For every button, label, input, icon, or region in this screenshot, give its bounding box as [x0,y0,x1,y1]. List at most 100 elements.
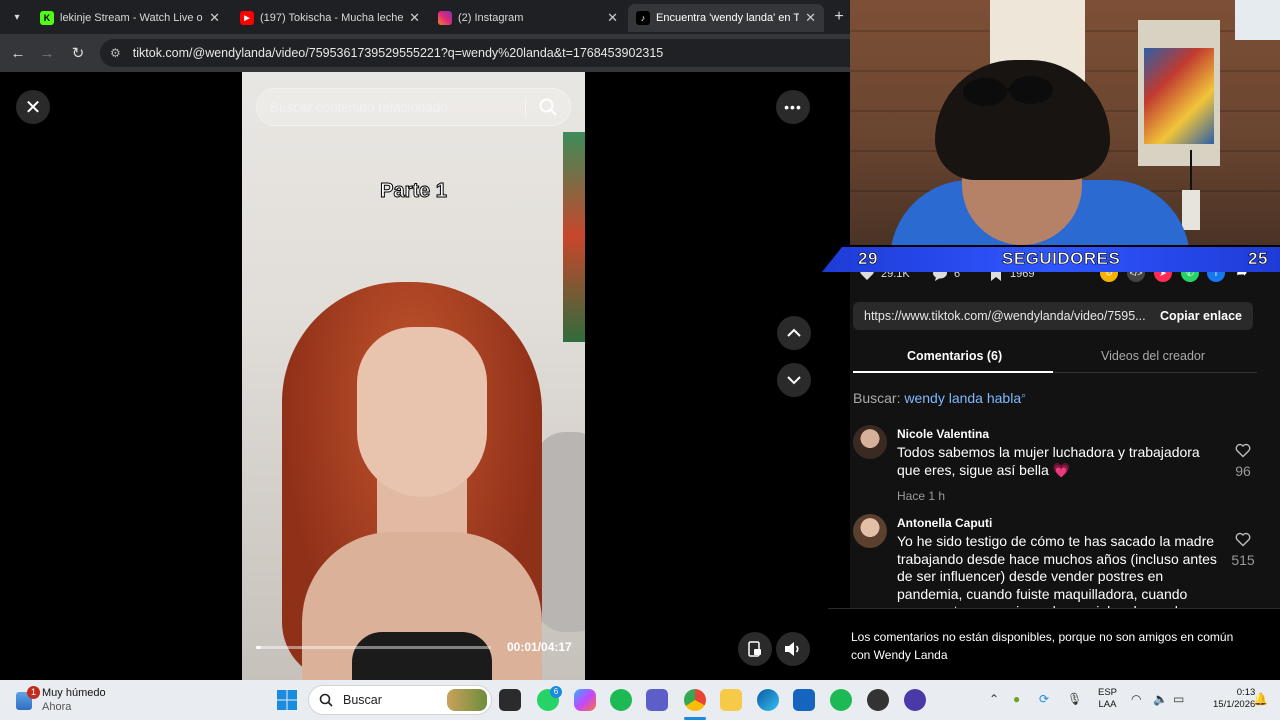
bookmark-icon [991,272,1001,281]
windows-start-icon[interactable] [276,689,298,711]
keyboard-layout: LAA [1098,699,1117,710]
search-icon[interactable] [538,97,558,120]
copilot-icon[interactable] [574,689,596,711]
browser-tab-tiktok[interactable]: ♪ Encuentra 'wendy landa' en Tik ✕ [628,4,824,32]
previous-video-button[interactable] [777,316,811,350]
close-video-button[interactable]: ✕ [16,90,50,124]
webcam-feed [850,0,1280,245]
close-tab-icon[interactable]: ✕ [409,10,420,26]
stats-row: 29.1K 6 1969 ↻ </> ➤ ✆ f ➦ [850,272,1280,290]
comment-like-button[interactable] [1233,532,1253,552]
video-time: 00:01/04:17 [507,640,572,654]
site-settings-icon[interactable]: ⚙ [110,46,121,60]
reload-icon[interactable]: ↻ [67,42,89,64]
browser-tab-bar: ▾ K lekinje Stream - Watch Live on ✕ ▶ (… [0,0,850,34]
tab-title: (197) Tokischa - Mucha leche e [260,12,404,24]
comment-author[interactable]: Nicole Valentina [897,427,989,441]
spotify-icon[interactable] [830,689,852,711]
sync-icon[interactable]: ⟳ [1039,692,1049,706]
sunglasses-icon [963,76,1053,106]
video-progress-bar[interactable] [256,646,491,649]
chevron-down-icon [787,376,801,385]
poster-right [1138,20,1220,166]
wifi-icon[interactable]: ◠ [1131,692,1141,706]
comments-unavailable-footer: Los comentarios no están disponibles, po… [828,608,1280,680]
active-tab-indicator [853,371,1053,373]
repost-icon[interactable]: ↻ [1100,272,1118,282]
teams-icon[interactable] [646,689,668,711]
store-icon[interactable] [793,689,815,711]
next-video-button[interactable] [777,363,811,397]
file-explorer-icon[interactable] [720,689,742,711]
address-bar: ← → ↻ ⚙ tiktok.com/@wendylanda/video/759… [0,34,850,72]
battery-icon[interactable]: ▭ [1173,692,1184,706]
comment-stat[interactable]: 6 [932,272,960,282]
close-tab-icon[interactable]: ✕ [805,10,816,26]
obs-icon[interactable] [867,689,889,711]
taskbar-search[interactable]: Buscar [308,685,492,715]
search-placeholder: Buscar contenido relacionado [270,99,448,115]
url-text: tiktok.com/@wendylanda/video/75953617395… [132,46,664,60]
browser-tab-youtube[interactable]: ▶ (197) Tokischa - Mucha leche e ✕ [232,4,428,32]
search-suggestion-query[interactable]: wendy landa habla [904,390,1021,406]
related-content-search[interactable]: Buscar contenido relacionado [256,88,571,126]
embed-icon[interactable]: </> [1127,272,1145,282]
more-options-button[interactable]: ••• [776,90,810,124]
more-dots-icon: ••• [784,99,802,115]
notification-bell-icon[interactable]: 🔔 [1253,692,1268,706]
clock-date: 15/1/2026 [1213,699,1256,710]
comment-text: Yo he sido testigo de cómo te has sacado… [897,533,1217,608]
clock[interactable]: 0:13 15/1/2026 [1213,687,1255,711]
search-icon [319,693,333,707]
browser-tab-kick[interactable]: K lekinje Stream - Watch Live on ✕ [32,4,228,32]
spotify-icon[interactable] [610,689,632,711]
comment-author[interactable]: Antonella Caputi [897,516,992,530]
edge-icon[interactable] [757,689,779,711]
chevron-up-icon[interactable]: ⌃ [989,692,999,706]
save-stat[interactable]: 1969 [988,272,1034,282]
new-tab-plus-icon[interactable]: + [828,6,850,28]
system-tray: ⌃ ● ⟳ 🎙 ESP LAA ◠ 🔈 ▭ 0:13 15/1/2026 🔔 [985,680,1280,720]
instagram-icon [438,11,452,25]
facebook-icon[interactable]: f [1207,272,1225,282]
comment-like-button[interactable] [1233,443,1253,463]
video-link[interactable]: https://www.tiktok.com/@wendylanda/video… [853,309,1148,323]
comment-time: Hace 1 h [897,489,946,503]
video-player[interactable]: Buscar contenido relacionado Parte 1 00:… [242,72,585,680]
search-suggestion[interactable]: Buscar: wendy landa habla⌕ [853,390,1026,406]
send-icon[interactable]: ➤ [1154,272,1172,282]
url-field[interactable]: ⚙ tiktok.com/@wendylanda/video/759536173… [100,39,850,67]
forward-arrow-icon[interactable]: → [36,42,58,64]
tab-comments[interactable]: Comentarios (6) [907,349,1002,363]
browser-tab-instagram[interactable]: (2) Instagram ✕ [430,4,626,32]
wall-painting [563,132,585,342]
like-stat[interactable]: 29.1K [859,272,910,282]
copy-link-button[interactable]: Copiar enlace [1149,302,1253,330]
search-small-icon: ⌕ [1021,390,1027,400]
close-tab-icon[interactable]: ✕ [209,10,220,26]
language-indicator[interactable]: ESP LAA [1098,687,1117,711]
chrome-icon[interactable] [684,689,706,711]
tab-search-chevron-icon[interactable]: ▾ [6,6,28,28]
share-arrow-icon[interactable]: ➦ [1233,272,1251,282]
tab-title: lekinje Stream - Watch Live on [60,12,204,24]
chevron-up-icon [787,328,801,337]
avatar[interactable] [853,514,887,548]
tray-app-icon[interactable]: ● [1013,692,1020,706]
whatsapp-icon[interactable]: ✆ [1181,272,1199,282]
heart-outline-icon [1235,443,1251,458]
picture-in-picture-button[interactable] [738,632,772,666]
volume-icon[interactable]: 🔈 [1153,692,1168,706]
face-shape [357,327,487,497]
weather-widget[interactable]: 1 Muy húmedo Ahora [14,686,114,714]
volume-button[interactable] [776,632,810,666]
tiktok-icon: ♪ [636,11,650,25]
microphone-icon[interactable]: 🎙 [1067,692,1082,706]
task-view-icon[interactable] [499,689,521,711]
weather-badge: 1 [27,686,40,699]
close-tab-icon[interactable]: ✕ [607,10,618,26]
app-icon[interactable] [904,689,926,711]
tab-creator-videos[interactable]: Videos del creador [1101,349,1205,363]
back-arrow-icon[interactable]: ← [7,42,29,64]
avatar[interactable] [853,425,887,459]
